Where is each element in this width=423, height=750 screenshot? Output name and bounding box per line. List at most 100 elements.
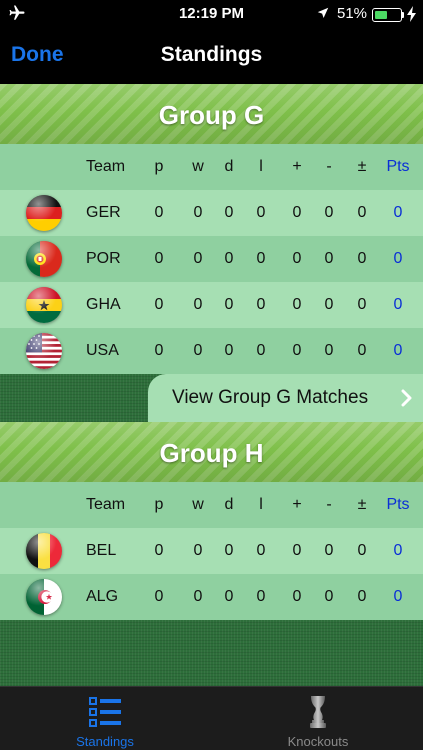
stat-played: 0 — [154, 342, 164, 359]
team-code: BEL — [86, 542, 117, 559]
stat-goal-difference: 0 — [357, 204, 367, 221]
column-header-goals-against: - — [326, 496, 332, 513]
view-matches-label: View Group G Matches — [172, 387, 369, 408]
column-header-won: w — [192, 496, 204, 513]
stat-won: 0 — [193, 342, 203, 359]
stat-goal-difference: 0 — [357, 250, 367, 267]
team-code: GER — [86, 204, 121, 221]
algeria-flag-icon — [26, 579, 62, 615]
stat-lost: 0 — [256, 342, 266, 359]
location-arrow-icon — [317, 7, 329, 18]
column-header-team: Team — [86, 496, 126, 513]
stat-lost: 0 — [256, 204, 266, 221]
stat-lost: 0 — [256, 250, 266, 267]
stat-goals-against: 0 — [324, 250, 334, 267]
belgium-flag-icon — [26, 533, 62, 569]
stat-goals-for: 0 — [292, 542, 302, 559]
column-header-goals-for: + — [292, 158, 302, 175]
column-header-played: p — [154, 496, 164, 513]
battery-nub — [402, 12, 404, 18]
stat-goals-against: 0 — [324, 296, 334, 313]
column-header-goals-for: + — [292, 496, 302, 513]
stat-drawn: 0 — [224, 588, 234, 605]
column-header-points: Pts — [386, 496, 410, 513]
team-row-ger[interactable]: GER 0 0 0 0 0 0 0 0 — [0, 190, 423, 236]
team-code: POR — [86, 250, 121, 267]
stat-points: 0 — [393, 204, 403, 221]
tab-bar: Standings Knockouts — [0, 686, 423, 750]
nav-bar: Done Standings — [0, 30, 423, 84]
column-header-drawn: d — [224, 158, 234, 175]
stat-goal-difference: 0 — [357, 542, 367, 559]
stat-goals-against: 0 — [324, 588, 334, 605]
stat-goal-difference: 0 — [357, 342, 367, 359]
stat-won: 0 — [193, 204, 203, 221]
column-header-points: Pts — [386, 158, 410, 175]
ghana-flag-icon — [26, 287, 62, 323]
column-header-goals-against: - — [326, 158, 332, 175]
status-bar: 12:19 PM 51% — [0, 0, 423, 30]
stat-played: 0 — [154, 296, 164, 313]
column-header-goal-difference: ± — [357, 158, 367, 175]
stat-goal-difference: 0 — [357, 296, 367, 313]
view-group-g-matches-button[interactable]: View Group G Matches — [148, 374, 423, 422]
stat-goals-for: 0 — [292, 296, 302, 313]
team-row-gha[interactable]: GHA 0 0 0 0 0 0 0 0 — [0, 282, 423, 328]
stat-goals-for: 0 — [292, 588, 302, 605]
battery-icon — [372, 8, 402, 22]
germany-flag-icon — [26, 195, 62, 231]
stat-points: 0 — [393, 342, 403, 359]
stat-points: 0 — [393, 588, 403, 605]
stat-points: 0 — [393, 296, 403, 313]
stat-drawn: 0 — [224, 296, 234, 313]
tab-standings[interactable]: Standings — [40, 687, 170, 750]
group-header-h: Group H — [0, 422, 423, 482]
stat-won: 0 — [193, 542, 203, 559]
stat-played: 0 — [154, 204, 164, 221]
team-code: USA — [86, 342, 119, 359]
team-row-por[interactable]: POR 0 0 0 0 0 0 0 0 — [0, 236, 423, 282]
column-header-drawn: d — [224, 496, 234, 513]
standings-content[interactable]: Group G Team p w d l + - ± Pts GER 0 0 0… — [0, 84, 423, 686]
stat-drawn: 0 — [224, 542, 234, 559]
column-header-lost: l — [259, 496, 263, 513]
team-code: GHA — [86, 296, 121, 313]
tab-knockouts-label: Knockouts — [287, 734, 349, 749]
done-button[interactable]: Done — [11, 43, 64, 67]
battery-percent: 51% — [337, 5, 368, 22]
stat-won: 0 — [193, 296, 203, 313]
table-header-row: Team p w d l + - ± Pts — [0, 482, 423, 528]
tab-knockouts[interactable]: Knockouts — [253, 687, 383, 750]
team-row-alg[interactable]: ALG 0 0 0 0 0 0 0 0 — [0, 574, 423, 620]
team-row-bel[interactable]: BEL 0 0 0 0 0 0 0 0 — [0, 528, 423, 574]
stat-won: 0 — [193, 250, 203, 267]
column-header-won: w — [192, 158, 204, 175]
stat-played: 0 — [154, 542, 164, 559]
stat-goals-for: 0 — [292, 250, 302, 267]
list-icon — [89, 697, 121, 727]
stat-lost: 0 — [256, 296, 266, 313]
chevron-right-icon — [401, 389, 412, 407]
stat-goal-difference: 0 — [357, 588, 367, 605]
stat-points: 0 — [393, 250, 403, 267]
team-row-usa[interactable]: USA 0 0 0 0 0 0 0 0 — [0, 328, 423, 374]
column-header-goal-difference: ± — [357, 496, 367, 513]
team-code: ALG — [86, 588, 119, 605]
portugal-flag-icon — [26, 241, 62, 277]
column-header-lost: l — [259, 158, 263, 175]
stat-lost: 0 — [256, 542, 266, 559]
stat-lost: 0 — [256, 588, 266, 605]
group-g-matches-bar: View Group G Matches — [0, 374, 423, 422]
stat-goals-against: 0 — [324, 542, 334, 559]
stat-drawn: 0 — [224, 250, 234, 267]
stat-won: 0 — [193, 588, 203, 605]
stat-goals-against: 0 — [324, 204, 334, 221]
charging-bolt-icon — [407, 6, 416, 22]
stat-drawn: 0 — [224, 204, 234, 221]
column-header-played: p — [154, 158, 164, 175]
usa-flag-icon — [26, 333, 62, 369]
stat-played: 0 — [154, 250, 164, 267]
stat-goals-for: 0 — [292, 342, 302, 359]
trophy-icon — [310, 696, 326, 728]
stat-points: 0 — [393, 542, 403, 559]
